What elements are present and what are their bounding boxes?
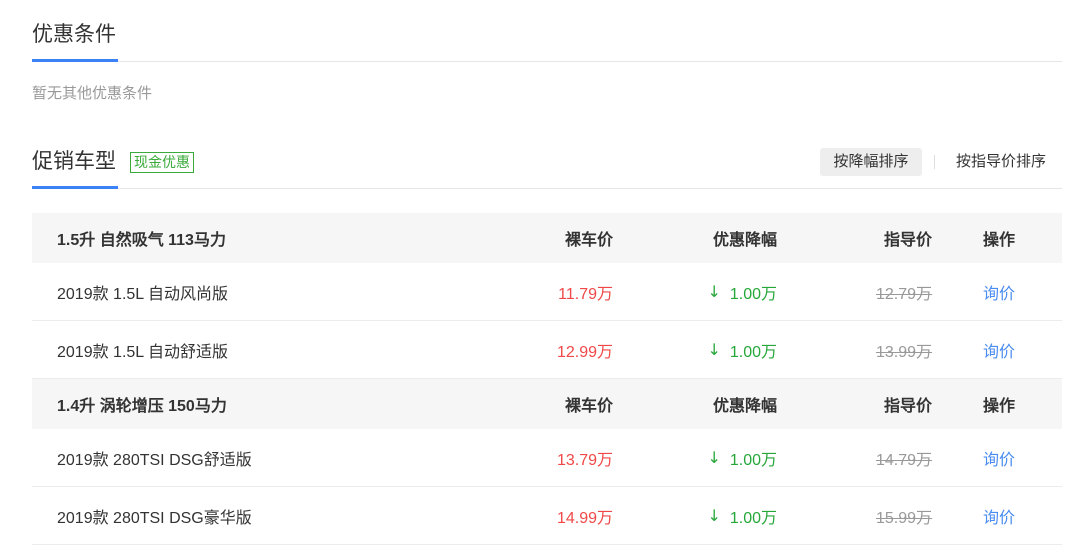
guide-price: 12.79万 [875,285,932,303]
column-header-guide-price: 指导价 [883,398,932,415]
discount-amount: 1.00万 [729,285,777,303]
cash-discount-badge: 现金优惠 [130,152,194,173]
sort-by-discount-button[interactable]: 按降幅排序 [820,148,922,176]
inquire-price-link[interactable]: 询价 [983,280,1015,304]
arrow-down-icon [707,340,720,359]
model-name: 2019款 280TSI DSG豪华版 [57,509,252,527]
table-row: 2019款 280TSI DSG舒适版 13.79万 1.00万 14.79万 … [32,429,1062,487]
bare-price: 12.99万 [556,343,613,361]
guide-price: 15.99万 [875,509,932,527]
inquire-price-link[interactable]: 询价 [983,504,1015,528]
discount-cell: 1.00万 [620,487,790,544]
conditions-empty-text: 暂无其他优惠条件 [32,85,153,102]
bare-price: 11.79万 [558,285,613,303]
inquire-price-link[interactable]: 询价 [983,446,1015,470]
column-header-action: 操作 [983,398,1016,415]
conditions-divider [32,61,1062,62]
guide-price: 13.99万 [875,343,932,361]
bare-price: 13.79万 [556,451,613,469]
discount-amount: 1.00万 [729,343,777,361]
promo-title: 促销车型 [32,150,116,173]
group-title: 1.5升 自然吸气 113马力 [57,232,226,249]
model-name: 2019款 1.5L 自动风尚版 [57,285,229,303]
discount-amount: 1.00万 [729,509,777,527]
conditions-title-underline [32,59,118,62]
discount-cell: 1.00万 [620,429,790,486]
arrow-down-icon [707,448,720,467]
column-header-discount: 优惠降幅 [712,398,777,415]
promo-models-table: 1.5升 自然吸气 113马力 裸车价 优惠降幅 指导价 操作 2019款 1.… [32,213,1062,545]
column-header-price: 裸车价 [564,398,613,415]
guide-price: 14.79万 [875,451,932,469]
model-name: 2019款 1.5L 自动舒适版 [57,343,229,361]
bare-price: 14.99万 [556,509,613,527]
column-header-discount: 优惠降幅 [712,232,777,249]
promo-title-underline [32,186,118,189]
conditions-title: 优惠条件 [32,23,116,46]
model-name: 2019款 280TSI DSG舒适版 [57,451,252,469]
table-row: 2019款 1.5L 自动风尚版 11.79万 1.00万 12.79万 询价 [32,263,1062,321]
column-header-guide-price: 指导价 [883,232,932,249]
promo-divider [32,188,1062,189]
table-row: 2019款 1.5L 自动舒适版 12.99万 1.00万 13.99万 询价 [32,321,1062,379]
table-row: 2019款 280TSI DSG豪华版 14.99万 1.00万 15.99万 … [32,487,1062,545]
group-title: 1.4升 涡轮增压 150马力 [57,398,227,415]
discount-cell: 1.00万 [620,263,790,320]
column-header-price: 裸车价 [564,232,613,249]
arrow-down-icon [707,506,720,525]
group-header-row: 1.4升 涡轮增压 150马力 裸车价 优惠降幅 指导价 操作 [32,379,1062,429]
inquire-price-link[interactable]: 询价 [983,338,1015,362]
sort-by-guide-price-button[interactable]: 按指导价排序 [946,148,1056,176]
discount-cell: 1.00万 [620,321,790,378]
sort-divider [934,155,935,169]
arrow-down-icon [707,282,720,301]
discount-amount: 1.00万 [729,451,777,469]
column-header-action: 操作 [983,232,1016,249]
group-header-row: 1.5升 自然吸气 113马力 裸车价 优惠降幅 指导价 操作 [32,213,1062,263]
